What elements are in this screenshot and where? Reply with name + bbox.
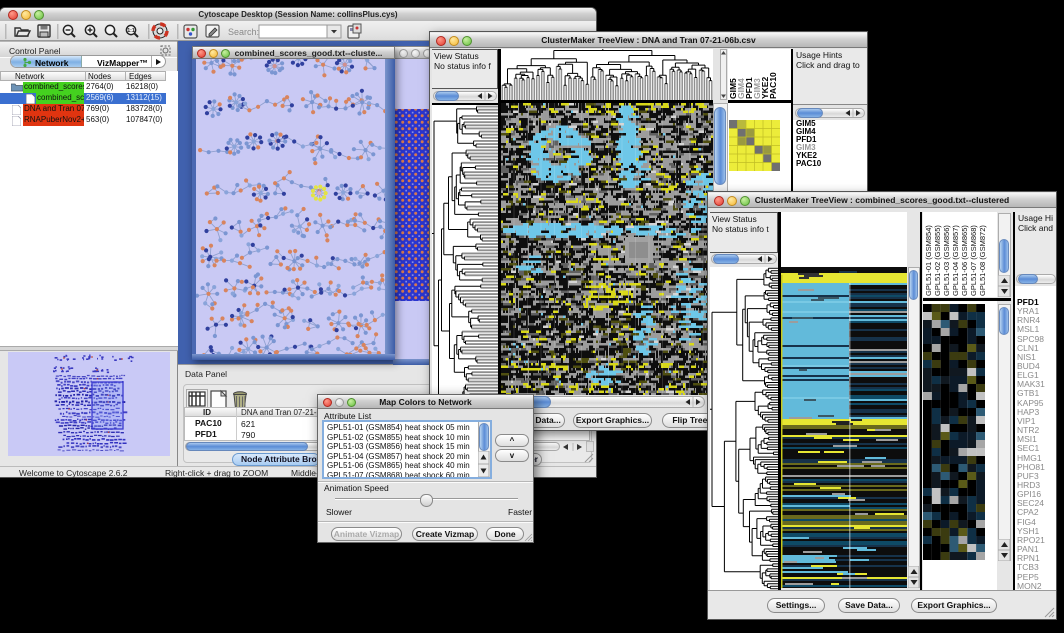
svg-text:GPL51-06 (GSM865): GPL51-06 (GSM865) xyxy=(960,225,969,296)
svg-text:PAC10: PAC10 xyxy=(768,72,778,99)
svg-text:GPL51-08 (GSM872): GPL51-08 (GSM872) xyxy=(978,225,987,296)
svg-text:GPL51-03 (GSM856): GPL51-03 (GSM856) xyxy=(942,225,951,296)
svg-text:GPL51-01 (GSM854): GPL51-01 (GSM854) xyxy=(924,225,933,296)
svg-text:GPL51-04 (GSM857): GPL51-04 (GSM857) xyxy=(951,225,960,296)
svg-text:GPL51-07 (GSM868): GPL51-07 (GSM868) xyxy=(969,225,978,296)
svg-text:GPL51-02 (GSM855): GPL51-02 (GSM855) xyxy=(933,225,942,296)
svg-text:1:1: 1:1 xyxy=(127,28,134,34)
svg-text:Search:: Search: xyxy=(228,27,259,37)
